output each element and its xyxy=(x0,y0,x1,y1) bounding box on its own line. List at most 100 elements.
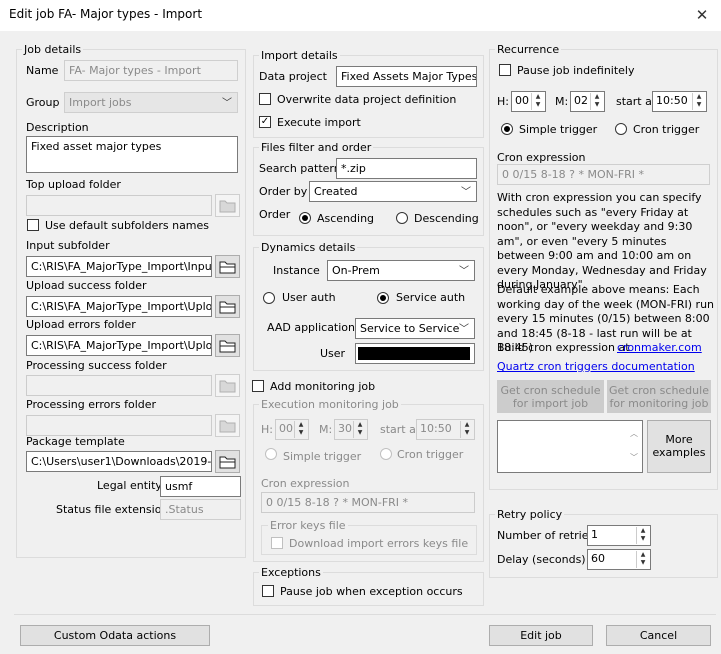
spin-arrows-icon: ▲ ▼ xyxy=(294,421,307,438)
import-details-legend: Import details xyxy=(259,49,340,62)
execute-import-checkbox[interactable]: ✓ xyxy=(259,116,271,128)
user-field[interactable] xyxy=(355,343,475,364)
delay-label: Delay (seconds) xyxy=(497,553,586,566)
folder-browse-button[interactable] xyxy=(215,255,240,278)
recur-m-label: M: xyxy=(555,95,569,108)
recur-start-spinner[interactable]: 10:50 ▲ ▼ xyxy=(652,91,707,112)
folder-icon xyxy=(219,261,236,274)
processing-errors-label: Processing errors folder xyxy=(26,398,157,411)
quartz-doc-link[interactable]: Quartz cron triggers documentation xyxy=(497,360,695,373)
cronmaker-link[interactable]: cronmaker.com xyxy=(617,341,702,354)
monitor-cron-expr-label: Cron expression xyxy=(261,477,350,490)
top-upload-field[interactable] xyxy=(26,195,212,216)
input-field[interactable]: C:\RIS\FA_MajorType_Import\Input xyxy=(26,256,212,277)
cancel-button[interactable]: Cancel xyxy=(606,625,711,646)
folder-icon xyxy=(219,200,236,213)
recur-cron-label: Cron trigger xyxy=(633,123,700,136)
spin-arrows-icon: ▲ ▼ xyxy=(590,93,603,110)
monitor-start-spinner[interactable]: 10:50 ▲ ▼ xyxy=(416,419,475,440)
use-default-checkbox[interactable] xyxy=(27,219,39,231)
legal-entity-field[interactable]: usmf xyxy=(160,476,241,497)
overwrite-checkbox[interactable] xyxy=(259,93,271,105)
get-monitor-schedule-button[interactable]: Get cron schedule for monitoring job xyxy=(607,380,711,413)
more-examples-button[interactable]: More examples xyxy=(647,420,711,473)
edit-job-button[interactable]: Edit job xyxy=(489,625,593,646)
delay-spinner[interactable]: 60 ▲ ▼ xyxy=(587,549,651,570)
instance-select[interactable]: On-Prem ﹀ xyxy=(327,260,475,281)
retries-spinner[interactable]: 1 ▲ ▼ xyxy=(587,525,651,546)
custom-odata-button[interactable]: Custom Odata actions xyxy=(20,625,210,646)
folder-browse-button[interactable] xyxy=(215,450,240,473)
order-label: Order xyxy=(259,208,291,221)
package-field[interactable]: C:\Users\user1\Downloads\2019-05-2 xyxy=(26,451,212,472)
processing-success-field[interactable] xyxy=(26,375,212,396)
ascending-radio[interactable] xyxy=(299,212,311,224)
group-select[interactable]: Import jobs ﹀ xyxy=(64,92,238,113)
window-title: Edit job FA- Major types - Import xyxy=(9,7,203,21)
custom-odata-label: Custom Odata actions xyxy=(53,629,177,642)
chevron-down-icon: ﹀ xyxy=(461,187,471,198)
add-monitoring-checkbox[interactable] xyxy=(252,380,264,392)
status-ext-field[interactable]: .Status xyxy=(160,499,241,520)
group-value: Import jobs xyxy=(69,96,132,109)
user-auth-radio[interactable] xyxy=(263,292,275,304)
spin-arrows-icon: ▲ ▼ xyxy=(531,93,544,110)
recur-hours-value: 00 xyxy=(515,94,529,107)
recur-cron-radio[interactable] xyxy=(615,123,627,135)
cron-schedule-output[interactable]: ︿ ﹀ xyxy=(497,420,643,473)
upload-errors-label: Upload errors folder xyxy=(26,318,136,331)
upload-success-field[interactable]: C:\RIS\FA_MajorType_Import\Upload xyxy=(26,296,212,317)
error-keys-legend: Error keys file xyxy=(268,519,348,532)
upload-errors-field[interactable]: C:\RIS\FA_MajorType_Import\Upload xyxy=(26,335,212,356)
description-field[interactable]: Fixed asset major types xyxy=(26,136,238,173)
recur-minutes-spinner[interactable]: 02 ▲ ▼ xyxy=(570,91,605,112)
files-filter-legend: Files filter and order xyxy=(259,141,374,154)
service-auth-radio[interactable] xyxy=(377,292,389,304)
recurrence-legend: Recurrence xyxy=(495,43,562,56)
spin-arrows-icon: ▲ ▼ xyxy=(353,421,366,438)
monitor-simple-label: Simple trigger xyxy=(283,450,362,463)
aad-select[interactable]: Service to Service ﹀ xyxy=(355,318,475,339)
descending-radio[interactable] xyxy=(396,212,408,224)
folder-browse-button[interactable] xyxy=(215,374,240,397)
pause-exception-checkbox[interactable] xyxy=(262,585,274,597)
folder-browse-button[interactable] xyxy=(215,334,240,357)
folder-browse-button[interactable] xyxy=(215,194,240,217)
spin-arrows-icon: ▲ ▼ xyxy=(460,421,473,438)
order-by-select[interactable]: Created ﹀ xyxy=(309,181,477,202)
service-auth-label: Service auth xyxy=(396,291,466,304)
download-errors-checkbox[interactable] xyxy=(271,537,283,549)
monitor-hours-spinner[interactable]: 00 ▲ ▼ xyxy=(275,419,309,440)
monitor-cron-radio[interactable] xyxy=(380,448,392,460)
pause-indefinitely-checkbox[interactable] xyxy=(499,64,511,76)
recur-hours-spinner[interactable]: 00 ▲ ▼ xyxy=(511,91,546,112)
user-label: User xyxy=(320,347,346,360)
job-details-legend: Job details xyxy=(22,43,84,56)
folder-browse-button[interactable] xyxy=(215,295,240,318)
folder-icon xyxy=(219,301,236,314)
processing-errors-field[interactable] xyxy=(26,415,212,436)
get-monitor-schedule-label: Get cron schedule for monitoring job xyxy=(609,384,709,410)
delay-value: 60 xyxy=(591,552,605,565)
close-icon[interactable]: ✕ xyxy=(690,3,714,27)
retries-label: Number of retries xyxy=(497,529,595,542)
use-default-label: Use default subfolders names xyxy=(45,219,210,232)
monitor-simple-radio[interactable] xyxy=(265,448,277,460)
processing-success-label: Processing success folder xyxy=(26,359,167,372)
data-project-field[interactable]: Fixed Assets Major Types_Im xyxy=(336,66,477,87)
recur-cron-expr-field[interactable]: 0 0/15 8-18 ? * MON-FRI * xyxy=(497,164,710,185)
monitor-cron-expr-field[interactable]: 0 0/15 8-18 ? * MON-FRI * xyxy=(261,492,475,513)
folder-browse-button[interactable] xyxy=(215,414,240,437)
upload-success-label: Upload success folder xyxy=(26,279,147,292)
monitor-m-label: M: xyxy=(319,423,333,436)
pause-indefinitely-label: Pause job indefinitely xyxy=(517,64,635,77)
scrollbar[interactable]: ︿ ﹀ xyxy=(627,422,641,471)
name-field[interactable]: FA- Major types - Import xyxy=(64,60,238,81)
monitor-minutes-spinner[interactable]: 30 ▲ ▼ xyxy=(334,419,368,440)
ascending-label: Ascending xyxy=(317,212,375,225)
recur-simple-radio[interactable] xyxy=(501,123,513,135)
instance-label: Instance xyxy=(273,264,320,277)
order-by-label: Order by xyxy=(259,185,308,198)
search-pattern-field[interactable]: *.zip xyxy=(336,158,477,179)
get-import-schedule-button[interactable]: Get cron schedule for import job xyxy=(497,380,604,413)
